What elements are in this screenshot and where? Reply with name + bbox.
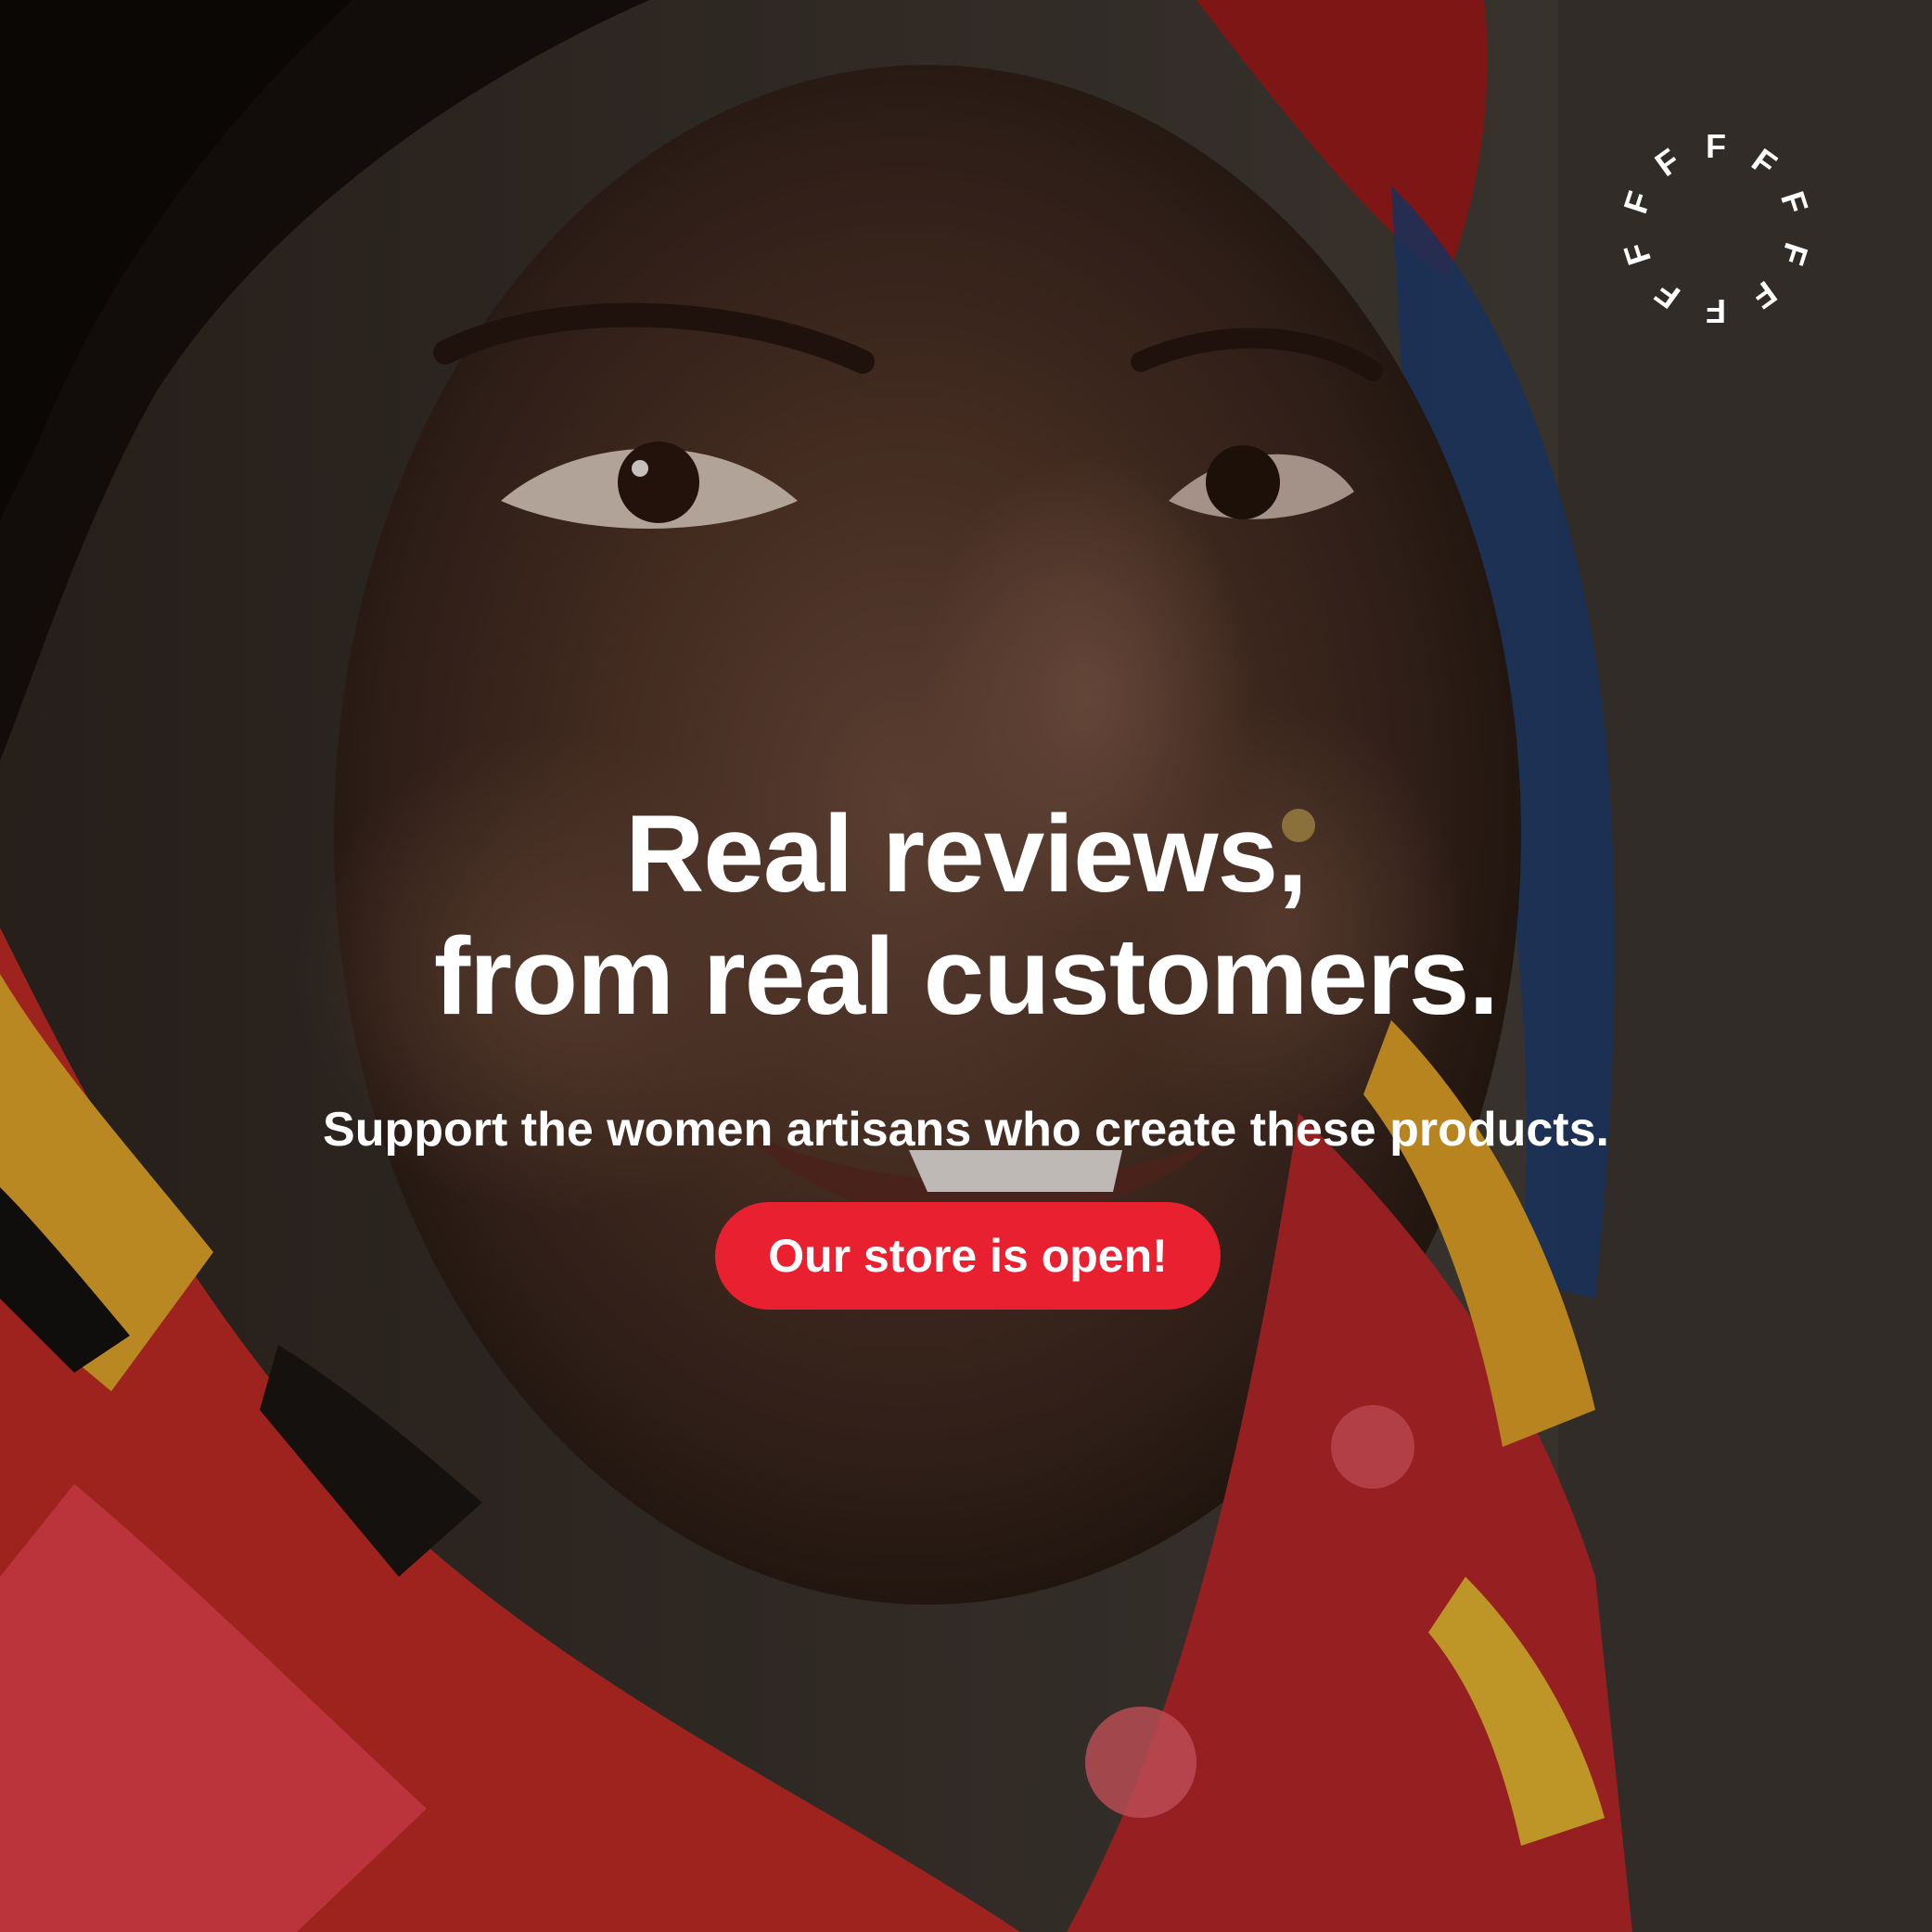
circular-f-ring-logo-icon: F F F F F F F F F F (1619, 130, 1813, 325)
svg-text:F: F (1745, 274, 1784, 316)
svg-text:F: F (1706, 292, 1726, 325)
svg-text:F: F (1619, 238, 1658, 270)
subheadline: Support the women artisans who create th… (323, 1103, 1609, 1157)
svg-text:F: F (1619, 186, 1658, 218)
svg-text:F: F (1745, 141, 1784, 184)
svg-text:F: F (1773, 238, 1813, 270)
svg-text:F: F (1648, 274, 1687, 316)
headline: Real reviews, from real customers. (0, 793, 1932, 1038)
svg-text:F: F (1773, 186, 1813, 218)
headline-line-2: from real customers. (433, 915, 1499, 1038)
svg-text:F: F (1706, 130, 1726, 165)
ad-banner: F F F F F F F F F F Real reviews, from r… (0, 0, 1932, 1932)
store-open-button[interactable]: Our store is open! (715, 1202, 1221, 1310)
svg-text:F: F (1648, 141, 1687, 184)
headline-line-1: Real reviews, (625, 793, 1308, 915)
